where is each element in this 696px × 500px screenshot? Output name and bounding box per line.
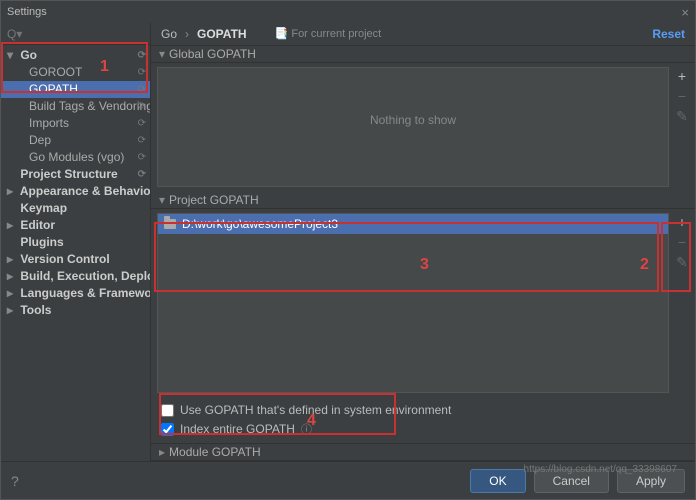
gopath-options: Use GOPATH that's defined in system envi… bbox=[151, 397, 695, 443]
tree-label: Project Structure bbox=[20, 167, 117, 181]
sync-icon: ⟳ bbox=[138, 81, 146, 98]
tree-item-version-control[interactable]: ▸ Version Control bbox=[1, 251, 150, 268]
tree-label: Go Modules (vgo) bbox=[29, 150, 124, 164]
settings-tree: ▾ Go ⟳ GOROOT ⟳ GOPATH ⟳ Build Tags & Ve… bbox=[1, 45, 150, 461]
sync-icon: ⟳ bbox=[138, 166, 146, 183]
edit-button[interactable]: ✎ bbox=[673, 253, 691, 271]
chevron-right-icon: ▸ bbox=[7, 285, 17, 302]
section-label: Module GOPATH bbox=[169, 445, 261, 459]
breadcrumb-gopath: GOPATH bbox=[197, 27, 247, 41]
use-env-label: Use GOPATH that's defined in system envi… bbox=[180, 403, 451, 417]
edit-button[interactable]: ✎ bbox=[673, 107, 691, 125]
tree-item-imports[interactable]: Imports ⟳ bbox=[1, 115, 150, 132]
global-gopath-list[interactable]: Nothing to show bbox=[157, 67, 669, 187]
chevron-right-icon: ▸ bbox=[7, 183, 17, 200]
project-gopath-header[interactable]: ▾ Project GOPATH bbox=[151, 191, 695, 209]
path-text: D:\work\go\awesomeProject3 bbox=[182, 214, 338, 234]
tree-label: Dep bbox=[29, 133, 51, 147]
module-gopath-header[interactable]: ▸ Module GOPATH bbox=[151, 443, 695, 461]
sync-icon: ⟳ bbox=[138, 149, 146, 166]
add-button[interactable]: + bbox=[673, 67, 691, 85]
tree-label: Plugins bbox=[20, 235, 63, 249]
sync-icon: ⟳ bbox=[138, 132, 146, 149]
ok-button[interactable]: OK bbox=[470, 469, 525, 493]
global-gopath-header[interactable]: ▾ Global GOPATH bbox=[151, 46, 695, 64]
tree-item-plugins[interactable]: Plugins bbox=[1, 234, 150, 251]
tree-item-goroot[interactable]: GOROOT ⟳ bbox=[1, 64, 150, 81]
search-input[interactable] bbox=[7, 27, 144, 41]
reset-link[interactable]: Reset bbox=[652, 27, 685, 41]
use-env-checkbox-row[interactable]: Use GOPATH that's defined in system envi… bbox=[161, 403, 685, 417]
tree-label: Build, Execution, Deployment bbox=[20, 269, 150, 283]
project-gopath-list[interactable]: D:\work\go\awesomeProject3 bbox=[157, 213, 669, 393]
chevron-right-icon: ▸ bbox=[7, 251, 17, 268]
section-label: Global GOPATH bbox=[169, 47, 256, 61]
tree-item-build[interactable]: ▸ Build, Execution, Deployment bbox=[1, 268, 150, 285]
gopath-entry[interactable]: D:\work\go\awesomeProject3 bbox=[158, 214, 668, 234]
tree-label: GOROOT bbox=[29, 65, 82, 79]
chevron-right-icon: ▸ bbox=[7, 217, 17, 234]
chevron-right-icon: ▸ bbox=[7, 268, 17, 285]
tree-item-languages[interactable]: ▸ Languages & Frameworks bbox=[1, 285, 150, 302]
watermark: https://blog.csdn.net/qq_33398607 bbox=[524, 464, 677, 475]
tree-label: Version Control bbox=[20, 252, 109, 266]
index-checkbox[interactable] bbox=[161, 423, 174, 436]
folder-icon bbox=[164, 219, 176, 229]
index-label: Index entire GOPATH bbox=[180, 422, 295, 436]
tree-item-build-tags[interactable]: Build Tags & Vendoring ⟳ bbox=[1, 98, 150, 115]
chevron-down-icon: ▾ bbox=[7, 47, 17, 64]
sync-icon: ⟳ bbox=[138, 64, 146, 81]
tree-item-keymap[interactable]: Keymap bbox=[1, 200, 150, 217]
for-current-project: 📑 For current project bbox=[275, 27, 382, 40]
breadcrumb-go[interactable]: Go bbox=[161, 27, 177, 41]
section-label: Project GOPATH bbox=[169, 193, 259, 207]
breadcrumb-sep: › bbox=[185, 27, 189, 41]
project-gopath-panel: D:\work\go\awesomeProject3 + − ✎ bbox=[151, 209, 695, 397]
sync-icon: ⟳ bbox=[138, 47, 146, 64]
tree-label: Keymap bbox=[20, 201, 67, 215]
tree-label: Languages & Frameworks bbox=[20, 286, 150, 300]
remove-button[interactable]: − bbox=[673, 87, 691, 105]
chevron-right-icon: ▸ bbox=[7, 302, 17, 319]
index-checkbox-row[interactable]: Index entire GOPATH ⓘ bbox=[161, 421, 685, 437]
global-gopath-panel: Nothing to show + − ✎ bbox=[151, 63, 695, 191]
tree-label: Appearance & Behavior bbox=[20, 184, 150, 198]
sync-icon: ⟳ bbox=[138, 98, 146, 115]
tree-item-gopath[interactable]: GOPATH ⟳ bbox=[1, 81, 150, 98]
tree-label: Editor bbox=[20, 218, 55, 232]
close-icon[interactable]: × bbox=[681, 5, 689, 20]
tree-section-go[interactable]: ▾ Go ⟳ bbox=[1, 47, 150, 64]
help-icon[interactable]: ⓘ bbox=[301, 421, 312, 437]
tree-item-project-structure[interactable]: Project Structure ⟳ bbox=[1, 166, 150, 183]
tree-label: Build Tags & Vendoring bbox=[29, 99, 150, 113]
empty-text: Nothing to show bbox=[158, 68, 668, 127]
chevron-down-icon: ▾ bbox=[159, 193, 165, 207]
tree-label: Imports bbox=[29, 116, 69, 130]
tree-item-dep[interactable]: Dep ⟳ bbox=[1, 132, 150, 149]
search-wrapper bbox=[1, 23, 150, 45]
add-button[interactable]: + bbox=[673, 213, 691, 231]
tree-item-tools[interactable]: ▸ Tools bbox=[1, 302, 150, 319]
chevron-right-icon: ▸ bbox=[159, 445, 165, 459]
chevron-down-icon: ▾ bbox=[159, 47, 165, 61]
window-title: Settings bbox=[7, 6, 47, 18]
help-button[interactable]: ? bbox=[11, 473, 19, 489]
sync-icon: ⟳ bbox=[138, 115, 146, 132]
tree-label: Tools bbox=[20, 303, 51, 317]
tree-item-editor[interactable]: ▸ Editor bbox=[1, 217, 150, 234]
remove-button[interactable]: − bbox=[673, 233, 691, 251]
use-env-checkbox[interactable] bbox=[161, 404, 174, 417]
tree-label: GOPATH bbox=[29, 82, 78, 96]
tree-item-appearance[interactable]: ▸ Appearance & Behavior bbox=[1, 183, 150, 200]
tree-label: Go bbox=[20, 48, 37, 62]
tree-item-go-modules[interactable]: Go Modules (vgo) ⟳ bbox=[1, 149, 150, 166]
